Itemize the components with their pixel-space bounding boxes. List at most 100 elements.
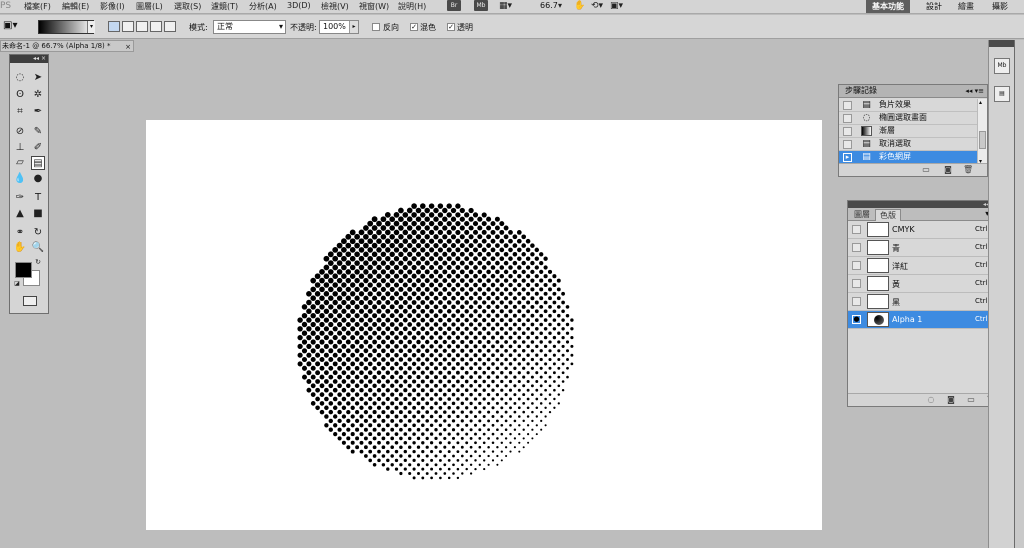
gradient-tool-icon[interactable]: ▤ [31, 156, 45, 170]
eraser-tool-icon[interactable]: ▱ [13, 156, 27, 170]
save-selection-icon[interactable]: ◙ [946, 396, 956, 404]
crop-tool-icon[interactable]: ⌗ [13, 105, 27, 119]
panel-menu-icon[interactable]: ◂◂ ▾≡ [965, 85, 984, 97]
history-item[interactable]: ▤ 取消選取 [839, 138, 977, 151]
toolbox-header[interactable]: ◂◂ × [10, 55, 48, 63]
3d-orbit-tool-icon[interactable]: ↻ [31, 226, 45, 240]
tab-layers[interactable]: 圖層 [850, 209, 874, 221]
document-canvas[interactable] [146, 120, 822, 530]
move-tool-icon[interactable]: ➤ [31, 71, 45, 85]
visibility-toggle[interactable] [852, 243, 861, 252]
load-selection-icon[interactable]: ◌ [926, 396, 936, 404]
menu-select[interactable]: 選取(S) [174, 1, 201, 12]
trash-icon[interactable]: 🗑 [963, 166, 973, 174]
close-icon[interactable]: × [125, 42, 131, 52]
panel-collapse-bar[interactable]: ◂◂ × [848, 201, 999, 208]
quick-mask-button[interactable] [23, 296, 37, 306]
brush-tool-icon[interactable]: ✎ [31, 125, 45, 139]
bridge-button[interactable]: Br [447, 0, 461, 11]
menu-analysis[interactable]: 分析(A) [249, 1, 277, 12]
dither-checkbox[interactable]: ✓ [410, 23, 418, 31]
diamond-gradient-button[interactable] [164, 21, 176, 32]
menu-file[interactable]: 檔案(F) [24, 1, 51, 12]
zoom-level[interactable]: 66.7 [540, 1, 558, 10]
channel-row-cmyk[interactable]: CMYK Ctrl+2 [848, 221, 1001, 239]
reflected-gradient-button[interactable] [150, 21, 162, 32]
workspace-photography[interactable]: 攝影 [986, 0, 1014, 13]
history-source-checkbox[interactable] [843, 101, 852, 110]
menu-view[interactable]: 檢視(V) [321, 1, 349, 12]
channel-row-alpha-1[interactable]: ● Alpha 1 Ctrl+7 [848, 311, 1001, 329]
rotate-view-icon[interactable]: ⟲▾ [591, 1, 603, 11]
magic-wand-tool-icon[interactable]: ✲ [31, 88, 45, 102]
history-source-checkbox[interactable] [843, 114, 852, 123]
opacity-field[interactable]: 100% ▸ [319, 20, 359, 34]
channel-row-black[interactable]: 黑 Ctrl+6 [848, 293, 1001, 311]
default-colors-icon[interactable]: ◪ [13, 280, 21, 288]
tab-channels[interactable]: 色版 [875, 209, 901, 221]
arrange-documents-icon[interactable]: ▣▾ [610, 1, 623, 11]
workspace-design[interactable]: 設計 [920, 0, 948, 13]
mini-bridge-icon[interactable]: Mb [994, 58, 1010, 74]
chevron-down-icon[interactable]: ▾ [558, 1, 562, 10]
blur-tool-icon[interactable]: 💧 [13, 172, 27, 186]
history-source-checkbox[interactable]: ▸ [843, 153, 852, 162]
dodge-tool-icon[interactable]: ● [31, 172, 45, 186]
menu-help[interactable]: 說明(H) [398, 1, 426, 12]
linear-gradient-button[interactable] [108, 21, 120, 32]
document-tab[interactable]: 未命名-1 @ 66.7% (Alpha 1/8) * × [0, 40, 134, 52]
radial-gradient-button[interactable] [122, 21, 134, 32]
gradient-picker[interactable] [38, 20, 94, 34]
zoom-tool-icon[interactable]: 🔍 [31, 241, 45, 255]
pen-tool-icon[interactable]: ✑ [13, 191, 27, 205]
visibility-toggle[interactable] [852, 297, 861, 306]
menu-image[interactable]: 影像(I) [100, 1, 125, 12]
clone-stamp-tool-icon[interactable]: ⊥ [13, 141, 27, 155]
history-brush-tool-icon[interactable]: ✐ [31, 141, 45, 155]
chevron-right-icon[interactable]: ▸ [349, 21, 358, 33]
chevron-down-icon[interactable]: ▾ [87, 21, 95, 33]
scroll-thumb[interactable] [979, 131, 986, 149]
path-selection-tool-icon[interactable]: ▲ [13, 207, 27, 221]
camera-snapshot-icon[interactable]: ◙ [943, 166, 953, 174]
type-tool-icon[interactable]: T [31, 191, 45, 205]
mode-select[interactable]: 正常 ▾ [213, 20, 286, 34]
visibility-toggle[interactable] [852, 261, 861, 270]
menu-edit[interactable]: 編輯(E) [62, 1, 89, 12]
history-scrollbar[interactable]: ▴ ▾ [977, 99, 987, 165]
marquee-tool-icon[interactable]: ◌ [13, 71, 27, 85]
menu-layer[interactable]: 圖層(L) [136, 1, 163, 12]
channel-row-magenta[interactable]: 洋紅 Ctrl+4 [848, 257, 1001, 275]
new-document-from-state-icon[interactable]: ▭ [921, 166, 931, 174]
history-item[interactable]: ▤ 負片效果 [839, 99, 977, 112]
swap-colors-icon[interactable]: ↻ [33, 258, 43, 266]
view-extras-icon[interactable]: ▦▾ [499, 1, 512, 11]
eye-icon[interactable]: ● [852, 315, 861, 324]
channel-row-cyan[interactable]: 青 Ctrl+3 [848, 239, 1001, 257]
reverse-checkbox[interactable] [372, 23, 380, 31]
visibility-toggle[interactable] [852, 225, 861, 234]
rectangle-tool-icon[interactable]: ■ [31, 207, 45, 221]
history-panel-title[interactable]: 步驟記錄 [845, 86, 877, 95]
visibility-toggle[interactable] [852, 279, 861, 288]
new-channel-icon[interactable]: ▭ [966, 396, 976, 404]
history-source-checkbox[interactable] [843, 140, 852, 149]
history-item[interactable]: ◌ 橢圓選取畫面 [839, 112, 977, 125]
eyedropper-tool-icon[interactable]: ✒ [31, 105, 45, 119]
dock-header[interactable] [989, 40, 1014, 47]
menu-filter[interactable]: 濾鏡(T) [211, 1, 238, 12]
hand-tool-icon[interactable]: ✋ [574, 1, 585, 11]
scroll-up-icon[interactable]: ▴ [979, 99, 982, 106]
menu-window[interactable]: 視窗(W) [359, 1, 389, 12]
tool-preset-icon[interactable]: ▣▾ [3, 20, 17, 31]
workspace-painting[interactable]: 繪畫 [952, 0, 980, 13]
history-item[interactable]: 漸層 [839, 125, 977, 138]
minibridge-button[interactable]: Mb [474, 0, 488, 11]
healing-brush-tool-icon[interactable]: ⊘ [13, 125, 27, 139]
history-panel-icon[interactable]: ▤ [994, 86, 1010, 102]
menu-3d[interactable]: 3D(D) [287, 1, 311, 10]
workspace-essentials[interactable]: 基本功能 [866, 0, 910, 13]
history-source-checkbox[interactable] [843, 127, 852, 136]
hand-tool-icon[interactable]: ✋ [13, 241, 27, 255]
3d-rotate-tool-icon[interactable]: ⚭ [13, 226, 27, 240]
